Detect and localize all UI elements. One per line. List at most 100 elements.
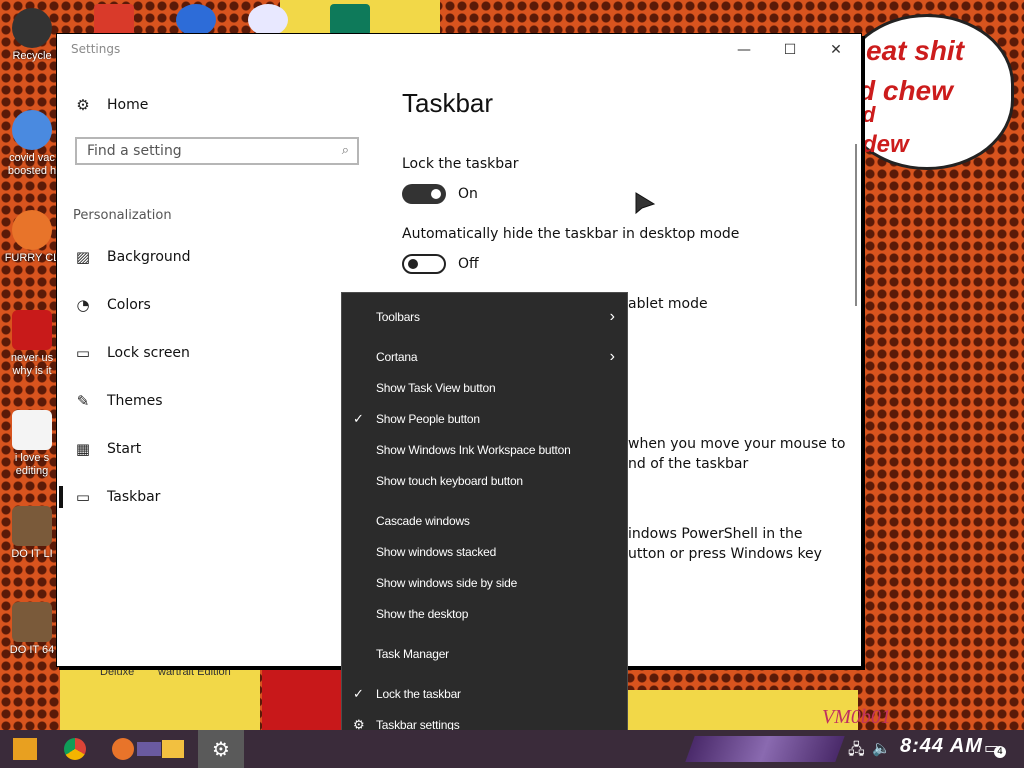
taskbar-file-explorer[interactable] — [150, 730, 196, 768]
taskbar-context-menu: Toolbars › Cortana › Show Task View butt… — [341, 292, 628, 748]
desktop-icon-doit[interactable]: DO IT LI — [4, 506, 60, 561]
menu-item-label: Toolbars — [376, 310, 420, 324]
maximize-button[interactable]: ☐ — [767, 36, 813, 64]
desktop-icon-label-2: why is it — [12, 365, 52, 377]
sidebar-item-home[interactable]: ⚙ Home — [73, 90, 148, 120]
desktop-icon-covid[interactable]: covid vac boosted h — [4, 110, 60, 178]
chevron-right-icon: › — [609, 348, 615, 365]
lock-taskbar-toggle[interactable] — [402, 184, 446, 204]
lock-taskbar-state: On — [458, 186, 478, 202]
menu-item-touch-keyboard[interactable]: Show touch keyboard button — [342, 468, 627, 494]
menu-item-label: Task Manager — [376, 647, 449, 661]
bubble-line-4: dew — [862, 131, 909, 158]
sidebar-item-label: Background — [107, 249, 191, 265]
window-title: Settings — [71, 42, 121, 56]
lock-taskbar-label: Lock the taskbar — [402, 156, 519, 172]
menu-item-task-view[interactable]: Show Task View button — [342, 375, 627, 401]
desktop-icon-label: i love s — [14, 452, 50, 464]
desktop-icon-editing[interactable]: i love s editing — [4, 410, 60, 478]
chrome-icon — [64, 738, 86, 760]
browser-app-icon[interactable] — [248, 4, 288, 36]
menu-item-label: Show windows stacked — [376, 545, 497, 559]
sidebar-item-lock-screen[interactable]: ▭ Lock screen — [73, 338, 190, 368]
art-signature: VM0b01 — [822, 706, 891, 728]
art-caption-deluxe: Deluxe — [100, 666, 135, 678]
menu-item-lock-taskbar[interactable]: ✓ Lock the taskbar — [342, 681, 627, 707]
search-input[interactable]: Find a setting ⌕ — [75, 137, 359, 165]
menu-item-show-desktop[interactable]: Show the desktop — [342, 601, 627, 627]
taskbar-settings[interactable]: ⚙ — [198, 730, 244, 768]
start-button[interactable] — [2, 730, 48, 768]
partial-text-powershell-1: indows PowerShell in the — [628, 526, 803, 542]
taskbar-chrome[interactable] — [52, 730, 98, 768]
desktop-icon-recycle[interactable]: Recycle — [4, 8, 60, 63]
menu-item-ink-workspace[interactable]: Show Windows Ink Workspace button — [342, 437, 627, 463]
bubble-line-3: d — [862, 102, 876, 127]
taskbar-clock[interactable]: 8:44 AM — [900, 735, 983, 758]
taskbar: ⚙ — [0, 730, 1024, 768]
settings-icon: ⚙ — [212, 737, 230, 761]
close-button[interactable]: ✕ — [813, 36, 859, 64]
desktop-icon-label: Recycle — [12, 50, 52, 62]
taskbar-icon: ▭ — [75, 488, 91, 506]
recycle-bin-icon — [12, 8, 52, 48]
autohide-toggle[interactable] — [402, 254, 446, 274]
menu-item-people[interactable]: ✓ Show People button — [342, 406, 627, 432]
desktop-icon-doit64[interactable]: DO IT 64 — [4, 602, 60, 657]
menu-item-toolbars[interactable]: Toolbars › — [342, 304, 627, 330]
minimize-button[interactable]: — — [721, 36, 767, 64]
sidebar-item-label: Themes — [107, 393, 163, 409]
lock-screen-icon: ▭ — [75, 344, 91, 362]
sidebar-home-label: Home — [107, 97, 149, 113]
menu-item-label: Cascade windows — [376, 514, 470, 528]
menu-item-cortana[interactable]: Cortana › — [342, 344, 627, 370]
desktop-icon-never[interactable]: never us why is it — [4, 310, 60, 378]
notification-center[interactable]: ▭ 4 — [984, 738, 1006, 758]
network-icon[interactable]: 🖧 — [848, 739, 865, 764]
scrollbar[interactable] — [855, 144, 857, 306]
maps-app-icon[interactable] — [176, 4, 216, 36]
chevron-right-icon: › — [609, 308, 615, 325]
menu-item-cascade[interactable]: Cascade windows — [342, 508, 627, 534]
search-icon: ⌕ — [341, 143, 349, 158]
sidebar-item-colors[interactable]: ◔ Colors — [73, 290, 151, 320]
partial-text-peek-1: when you move your mouse to — [628, 436, 846, 452]
publisher-app-icon[interactable] — [330, 4, 370, 36]
sidebar-item-label: Colors — [107, 297, 151, 313]
search-placeholder: Find a setting — [87, 143, 182, 159]
sidebar-item-taskbar[interactable]: ▭ Taskbar — [73, 482, 161, 512]
desktop-icon-label: DO IT LI — [11, 548, 53, 560]
art-caption-edition: wartrait Edition — [158, 666, 231, 678]
desktop-icon-label: covid vac — [9, 152, 55, 164]
gear-icon: ⚙ — [76, 96, 90, 114]
menu-item-label: Show the desktop — [376, 607, 469, 621]
sidebar-item-start[interactable]: ▦ Start — [73, 434, 141, 464]
autohide-state: Off — [458, 256, 479, 272]
portrait-icon — [12, 506, 52, 546]
start-icon: ▦ — [75, 440, 91, 458]
sidebar-item-themes[interactable]: ✎ Themes — [73, 386, 163, 416]
wallpaper-art-red — [262, 664, 342, 730]
menu-item-label: Cortana — [376, 350, 418, 364]
volume-icon[interactable]: 🔈 — [872, 739, 891, 757]
desktop-icon-label-2: editing — [15, 465, 49, 477]
selected-indicator — [59, 486, 63, 508]
taskbar-art-decoration — [685, 736, 845, 762]
desktop-icon-label-2: boosted h — [7, 165, 57, 177]
sidebar-item-background[interactable]: ▨ Background — [73, 242, 191, 272]
checkmark-icon: ✓ — [353, 411, 364, 426]
image-icon: ▨ — [75, 248, 91, 266]
sidebar-item-label: Lock screen — [107, 345, 190, 361]
bubble-line-1: eat shit — [866, 35, 965, 66]
menu-item-task-manager[interactable]: Task Manager — [342, 641, 627, 667]
desktop-icon-furry[interactable]: FURRY CL — [4, 210, 60, 265]
menu-item-stacked[interactable]: Show windows stacked — [342, 539, 627, 565]
menu-item-side-by-side[interactable]: Show windows side by side — [342, 570, 627, 596]
menu-item-label: Show Task View button — [376, 381, 496, 395]
sidebar-item-label: Taskbar — [107, 489, 161, 505]
partial-text-powershell-2: utton or press Windows key — [628, 546, 822, 562]
devcpp-icon — [12, 310, 52, 350]
menu-item-label: Show touch keyboard button — [376, 474, 523, 488]
pdf-app-icon[interactable] — [94, 4, 134, 36]
start-icon — [13, 738, 37, 760]
